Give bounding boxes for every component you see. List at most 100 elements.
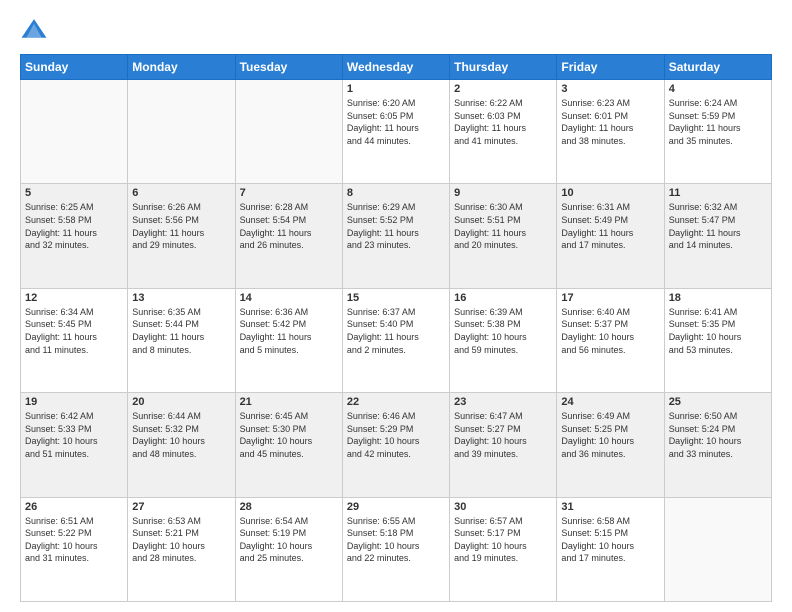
day-number: 14 [240,292,338,304]
calendar-day-cell: 20 Sunrise: 6:44 AM Sunset: 5:32 PM Dayli… [128,393,235,497]
day-number: 1 [347,83,445,95]
day-info: Sunrise: 6:36 AM Sunset: 5:42 PM Dayligh… [240,306,338,356]
col-header-tuesday: Tuesday [235,55,342,80]
col-header-thursday: Thursday [450,55,557,80]
day-number: 27 [132,501,230,513]
col-header-sunday: Sunday [21,55,128,80]
calendar-day-cell: 16 Sunrise: 6:39 AM Sunset: 5:38 PM Dayli… [450,288,557,392]
day-number: 23 [454,396,552,408]
calendar-day-cell: 25 Sunrise: 6:50 AM Sunset: 5:24 PM Dayli… [664,393,771,497]
day-info: Sunrise: 6:20 AM Sunset: 6:05 PM Dayligh… [347,97,445,147]
calendar-day-cell: 4Sunrise: 6:24 AM Sunset: 5:59 PM Daylig… [664,80,771,184]
day-number: 10 [561,187,659,199]
calendar-day-cell: 19 Sunrise: 6:42 AM Sunset: 5:33 PM Dayli… [21,393,128,497]
calendar-week-row: 1 Sunrise: 6:20 AM Sunset: 6:05 PM Daylig… [21,80,772,184]
col-header-saturday: Saturday [664,55,771,80]
calendar-day-cell [235,80,342,184]
calendar-day-cell: 11 Sunrise: 6:32 AM Sunset: 5:47 PM Dayli… [664,184,771,288]
calendar-week-row: 12 Sunrise: 6:34 AM Sunset: 5:45 PM Dayli… [21,288,772,392]
day-number: 26 [25,501,123,513]
calendar-day-cell: 8 Sunrise: 6:29 AM Sunset: 5:52 PM Daylig… [342,184,449,288]
calendar-day-cell [21,80,128,184]
calendar-day-cell: 13 Sunrise: 6:35 AM Sunset: 5:44 PM Dayli… [128,288,235,392]
day-info: Sunrise: 6:35 AM Sunset: 5:44 PM Dayligh… [132,306,230,356]
calendar-day-cell: 9 Sunrise: 6:30 AM Sunset: 5:51 PM Daylig… [450,184,557,288]
calendar-day-cell: 1 Sunrise: 6:20 AM Sunset: 6:05 PM Daylig… [342,80,449,184]
day-number: 4 [669,83,767,95]
day-number: 22 [347,396,445,408]
day-number: 11 [669,187,767,199]
day-number: 3 [561,83,659,95]
calendar-day-cell: 5Sunrise: 6:25 AM Sunset: 5:58 PM Daylig… [21,184,128,288]
calendar-day-cell: 3Sunrise: 6:23 AM Sunset: 6:01 PM Daylig… [557,80,664,184]
calendar-week-row: 19 Sunrise: 6:42 AM Sunset: 5:33 PM Dayli… [21,393,772,497]
day-info: Sunrise: 6:30 AM Sunset: 5:51 PM Dayligh… [454,201,552,251]
day-number: 16 [454,292,552,304]
calendar-day-cell: 24Sunrise: 6:49 AM Sunset: 5:25 PM Dayli… [557,393,664,497]
calendar-day-cell: 22 Sunrise: 6:46 AM Sunset: 5:29 PM Dayli… [342,393,449,497]
day-number: 28 [240,501,338,513]
day-info: Sunrise: 6:31 AM Sunset: 5:49 PM Dayligh… [561,201,659,251]
day-number: 13 [132,292,230,304]
calendar-day-cell: 23 Sunrise: 6:47 AM Sunset: 5:27 PM Dayli… [450,393,557,497]
calendar-day-cell: 17Sunrise: 6:40 AM Sunset: 5:37 PM Dayli… [557,288,664,392]
calendar-day-cell: 28 Sunrise: 6:54 AM Sunset: 5:19 PM Dayli… [235,497,342,601]
day-info: Sunrise: 6:54 AM Sunset: 5:19 PM Dayligh… [240,515,338,565]
day-number: 6 [132,187,230,199]
day-number: 9 [454,187,552,199]
day-number: 25 [669,396,767,408]
day-number: 7 [240,187,338,199]
day-info: Sunrise: 6:55 AM Sunset: 5:18 PM Dayligh… [347,515,445,565]
calendar-day-cell: 10 Sunrise: 6:31 AM Sunset: 5:49 PM Dayli… [557,184,664,288]
calendar-day-cell: 12 Sunrise: 6:34 AM Sunset: 5:45 PM Dayli… [21,288,128,392]
day-number: 19 [25,396,123,408]
day-info: Sunrise: 6:29 AM Sunset: 5:52 PM Dayligh… [347,201,445,251]
calendar-day-cell: 15 Sunrise: 6:37 AM Sunset: 5:40 PM Dayli… [342,288,449,392]
day-info: Sunrise: 6:40 AM Sunset: 5:37 PM Dayligh… [561,306,659,356]
day-number: 5 [25,187,123,199]
day-info: Sunrise: 6:57 AM Sunset: 5:17 PM Dayligh… [454,515,552,565]
page: SundayMondayTuesdayWednesdayThursdayFrid… [0,0,792,612]
calendar-day-cell: 27Sunrise: 6:53 AM Sunset: 5:21 PM Dayli… [128,497,235,601]
day-number: 15 [347,292,445,304]
header [20,16,772,44]
day-number: 30 [454,501,552,513]
day-number: 24 [561,396,659,408]
calendar-week-row: 5Sunrise: 6:25 AM Sunset: 5:58 PM Daylig… [21,184,772,288]
calendar-day-cell: 26 Sunrise: 6:51 AM Sunset: 5:22 PM Dayli… [21,497,128,601]
day-info: Sunrise: 6:44 AM Sunset: 5:32 PM Dayligh… [132,410,230,460]
col-header-wednesday: Wednesday [342,55,449,80]
calendar-day-cell [664,497,771,601]
day-number: 20 [132,396,230,408]
day-info: Sunrise: 6:45 AM Sunset: 5:30 PM Dayligh… [240,410,338,460]
calendar-week-row: 26 Sunrise: 6:51 AM Sunset: 5:22 PM Dayli… [21,497,772,601]
day-number: 29 [347,501,445,513]
day-number: 18 [669,292,767,304]
day-info: Sunrise: 6:42 AM Sunset: 5:33 PM Dayligh… [25,410,123,460]
calendar-day-cell: 21 Sunrise: 6:45 AM Sunset: 5:30 PM Dayli… [235,393,342,497]
calendar-day-cell: 31Sunrise: 6:58 AM Sunset: 5:15 PM Dayli… [557,497,664,601]
logo [20,16,52,44]
day-number: 2 [454,83,552,95]
calendar-day-cell: 6Sunrise: 6:26 AM Sunset: 5:56 PM Daylig… [128,184,235,288]
day-info: Sunrise: 6:32 AM Sunset: 5:47 PM Dayligh… [669,201,767,251]
day-info: Sunrise: 6:34 AM Sunset: 5:45 PM Dayligh… [25,306,123,356]
day-info: Sunrise: 6:47 AM Sunset: 5:27 PM Dayligh… [454,410,552,460]
day-number: 8 [347,187,445,199]
calendar-table: SundayMondayTuesdayWednesdayThursdayFrid… [20,54,772,602]
logo-icon [20,16,48,44]
day-info: Sunrise: 6:39 AM Sunset: 5:38 PM Dayligh… [454,306,552,356]
calendar-day-cell [128,80,235,184]
day-info: Sunrise: 6:50 AM Sunset: 5:24 PM Dayligh… [669,410,767,460]
day-info: Sunrise: 6:28 AM Sunset: 5:54 PM Dayligh… [240,201,338,251]
calendar-day-cell: 29 Sunrise: 6:55 AM Sunset: 5:18 PM Dayli… [342,497,449,601]
day-info: Sunrise: 6:46 AM Sunset: 5:29 PM Dayligh… [347,410,445,460]
day-number: 12 [25,292,123,304]
day-info: Sunrise: 6:37 AM Sunset: 5:40 PM Dayligh… [347,306,445,356]
day-number: 21 [240,396,338,408]
day-info: Sunrise: 6:51 AM Sunset: 5:22 PM Dayligh… [25,515,123,565]
col-header-friday: Friday [557,55,664,80]
calendar-day-cell: 14 Sunrise: 6:36 AM Sunset: 5:42 PM Dayli… [235,288,342,392]
day-info: Sunrise: 6:22 AM Sunset: 6:03 PM Dayligh… [454,97,552,147]
day-number: 31 [561,501,659,513]
